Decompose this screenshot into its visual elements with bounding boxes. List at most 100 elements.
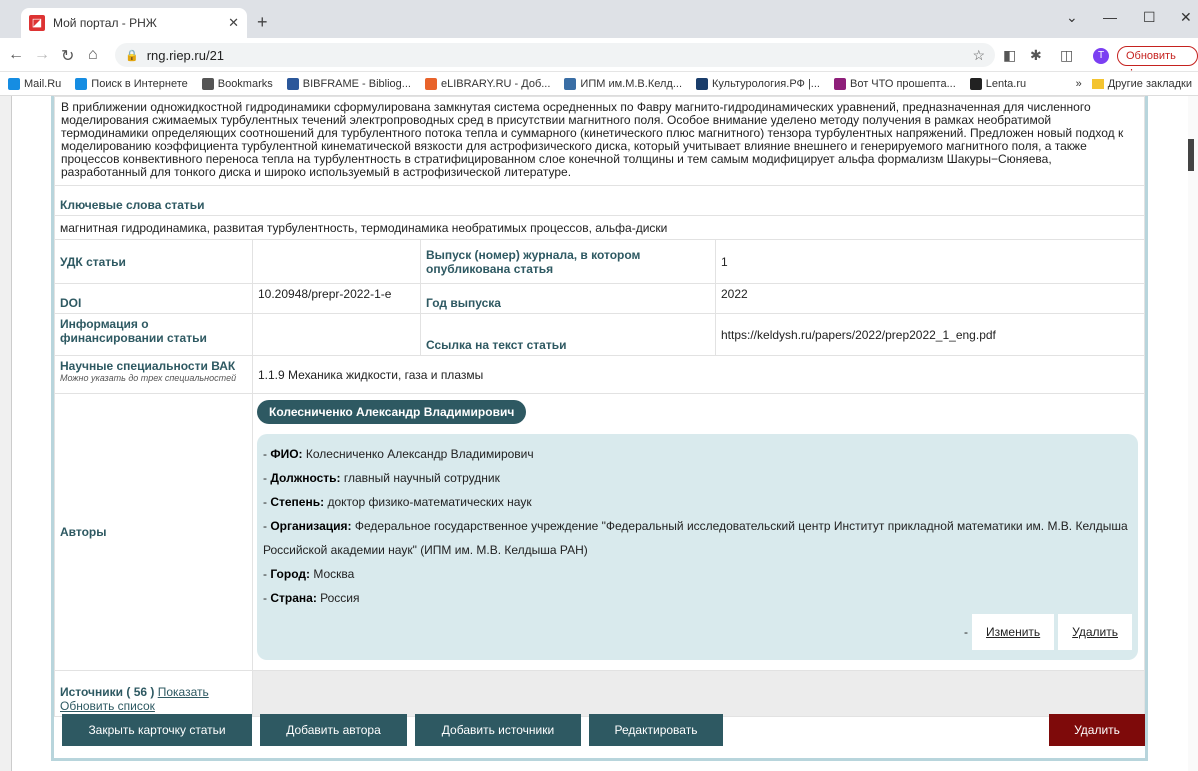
url-text: rng.riep.ru/21 [146,47,225,63]
author-fio-row: - ФИО: Колесниченко Александр Владимиров… [263,447,534,461]
author-city-row: - Город: Москва [263,567,355,581]
delete-author-link[interactable]: Удалить [1058,614,1132,650]
doi-label: DOI [54,283,253,314]
bookmark-favicon-icon [8,77,20,90]
maximize-icon[interactable]: ☐ [1143,9,1156,26]
profile-avatar[interactable]: T [1093,48,1109,64]
bookmark-favicon-icon [424,77,437,90]
close-window-icon[interactable]: ✕ [1180,9,1192,26]
sources-cell: Источники ( 56 ) Показать Обновить списо… [54,670,253,717]
reload-icon[interactable]: ↻ [61,46,74,66]
bookmarks-bar: Mail.Ru Поиск в Интернете Bookmarks BIBFRAM… [0,72,1198,96]
side-panel-icon[interactable]: ◫ [1060,47,1073,64]
close-card-button[interactable]: Закрыть карточку статьи [62,714,252,746]
update-label: Обновить [1126,50,1176,62]
close-tab-icon[interactable]: ✕ [228,15,239,31]
vak-label: Научные специальности ВАК [60,359,236,373]
left-window-edge [0,96,12,771]
bookmark-favicon-icon [969,77,982,90]
year-value: 2022 [715,283,1145,314]
link-label: Ссылка на текст статьи [420,313,716,356]
funding-value [252,313,421,356]
author-city: Москва [313,567,355,581]
forward-icon[interactable]: → [34,46,50,64]
vak-note: Можно указать до трех специальностей [60,373,237,383]
page-content: В приближении одножидкостной гидродинами… [0,96,1198,771]
page-scrollbar[interactable] [1188,96,1198,771]
new-tab-icon[interactable]: + [257,12,268,33]
url-bar[interactable]: 🔒 rng.riep.ru/21 ☆ [115,43,995,67]
udk-label: УДК статьи [54,239,253,284]
bookmark-item[interactable]: Вот ЧТО прошепта... [833,77,956,90]
action-separator: - [964,625,969,639]
article-table: В приближении одножидкостной гидродинами… [54,96,1145,717]
other-bookmarks[interactable]: » Другие закладки [1076,78,1192,90]
bookmark-favicon-icon [696,77,708,90]
year-label: Год выпуска [420,283,716,314]
bookmark-favicon-icon [833,77,846,90]
edit-button[interactable]: Редактировать [589,714,723,746]
more-bookmarks-icon[interactable]: » [1076,78,1082,90]
issue-value: 1 [715,239,1145,284]
address-toolbar: ← → ↻ ⌂ 🔒 rng.riep.ru/21 ☆ ◧ ✱ ◫ T Обнов… [0,38,1198,80]
extension-icon[interactable]: ◧ [1003,47,1016,64]
bookmark-star-icon[interactable]: ☆ [972,47,985,64]
doi-value: 10.20948/prepr-2022-1-e [252,283,421,314]
vak-value: 1.1.9 Механика жидкости, газа и плазмы [252,355,1145,394]
folder-icon [1091,79,1104,89]
add-author-button[interactable]: Добавить автора [260,714,407,746]
add-sources-button[interactable]: Добавить источники [415,714,581,746]
bookmark-label: Вот ЧТО прошепта... [849,77,956,90]
bookmark-favicon-icon [286,77,299,90]
bookmark-favicon-icon [201,77,214,90]
back-icon[interactable]: ← [8,46,24,64]
keywords-value: магнитная гидродинамика, развитая турбул… [54,215,1145,240]
bookmark-item[interactable]: Bookmarks [201,77,273,90]
site-favicon-icon: ◪ [29,15,45,31]
author-country-row: - Страна: Россия [263,591,360,605]
article-card: В приближении одножидкостной гидродинами… [51,96,1148,761]
tab-title: Мой портал - РНЖ [53,16,157,30]
bookmark-favicon-icon [564,77,577,90]
bookmark-item[interactable]: ИПМ им.М.В.Келд... [564,77,682,90]
authors-label: Авторы [54,393,253,671]
author-fio: Колесниченко Александр Владимирович [305,447,534,461]
issue-label: Выпуск (номер) журнала, в котором опубли… [420,239,716,284]
sources-show-link[interactable]: Показать [158,685,209,699]
bookmark-label: Культурология.РФ |... [712,77,820,90]
update-button[interactable]: Обновить ⋮ [1117,46,1198,80]
bookmark-label: Bookmarks [217,77,273,90]
delete-article-button[interactable]: Удалить [1049,714,1145,746]
author-degree-row: - Степень: доктор физико-математических … [263,495,532,509]
bookmark-label: Lenta.ru [985,77,1027,90]
tab-search-icon[interactable]: ⌄ [1066,9,1078,26]
author-country: Россия [320,591,360,605]
bookmark-item[interactable]: Lenta.ru [969,77,1027,90]
extensions-puzzle-icon[interactable]: ✱ [1030,47,1042,64]
author-details: - ФИО: Колесниченко Александр Владимиров… [257,434,1138,660]
bookmark-item[interactable]: BIBFRAME - Bibliog... [286,77,411,90]
bookmark-favicon-icon [75,77,88,90]
author-org-row: - Организация: Федеральное государственн… [263,519,1128,557]
author-org: Федеральное государственное учреждение "… [263,519,1128,557]
bookmark-item[interactable]: eLIBRARY.RU - Доб... [424,77,550,90]
sources-refresh-link[interactable]: Обновить список [60,699,155,713]
browser-tab[interactable]: ◪ Мой портал - РНЖ ✕ [21,8,247,38]
home-icon[interactable]: ⌂ [88,46,98,64]
bookmark-item[interactable]: Культурология.РФ |... [696,77,820,90]
author-name-pill[interactable]: Колесниченко Александр Владимирович [257,400,527,424]
bookmark-item[interactable]: Mail.Ru [8,77,62,90]
author-degree: доктор физико-математических наук [327,495,532,509]
sources-label: Источники ( 56 ) [60,685,155,699]
author-actions: - Изменить Удалить [263,614,1132,650]
funding-label: Информация о финансировании статьи [54,313,253,356]
scrollbar-thumb[interactable] [1188,139,1194,171]
vak-cell: Научные специальности ВАК Можно указать … [54,355,253,394]
lock-icon: 🔒 [125,49,139,62]
minimize-icon[interactable]: — [1103,9,1117,25]
sources-content [252,670,1145,717]
abstract-text: В приближении одножидкостной гидродинами… [54,96,1145,186]
edit-author-link[interactable]: Изменить [972,614,1055,650]
bookmark-label: Mail.Ru [24,77,62,90]
bookmark-item[interactable]: Поиск в Интернете [75,77,188,90]
